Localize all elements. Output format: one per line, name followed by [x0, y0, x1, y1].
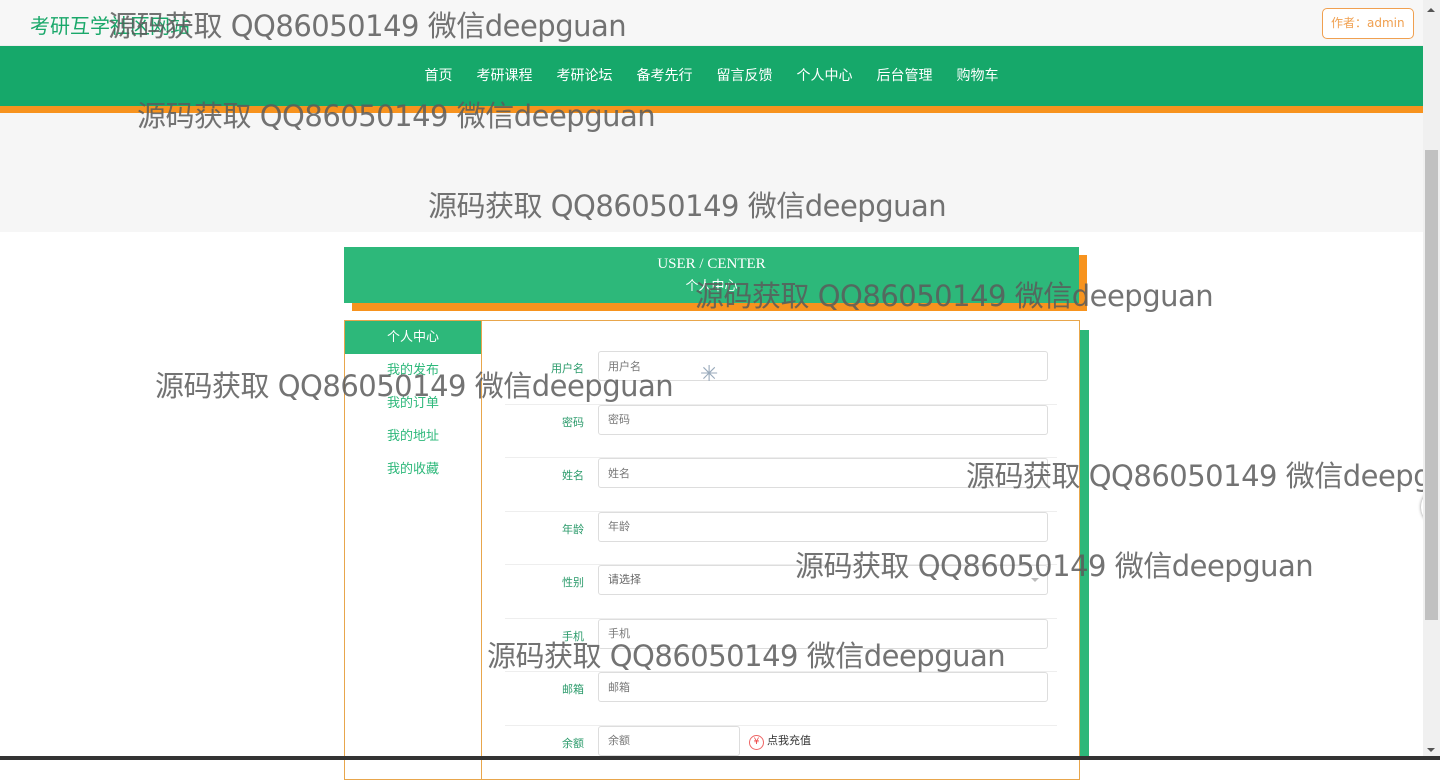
age-input[interactable] — [598, 511, 1048, 542]
top-bar: 考研互学社区网站 作者：admin — [0, 0, 1423, 46]
chevron-down-icon — [1031, 578, 1039, 586]
author-button[interactable]: 作者：admin — [1322, 8, 1414, 39]
recharge-label: 点我充值 — [767, 733, 811, 747]
nav-prep[interactable]: 备考先行 — [637, 65, 693, 85]
balance-input[interactable] — [598, 725, 740, 756]
user-center-header: USER / CENTER 个人中心 — [344, 247, 1079, 303]
gender-label: 性别 — [562, 576, 584, 589]
scroll-up-icon[interactable] — [1427, 4, 1435, 12]
recharge-link[interactable]: ¥ 点我充值 — [749, 732, 811, 750]
sidebar: 个人中心 我的发布 我的订单 我的地址 我的收藏 — [345, 321, 482, 779]
phone-label: 手机 — [562, 629, 584, 643]
nav-home[interactable]: 首页 — [425, 65, 453, 85]
nav-admin[interactable]: 后台管理 — [877, 65, 933, 85]
email-input[interactable] — [598, 672, 1048, 702]
sidebar-item-my-favorites[interactable]: 我的收藏 — [345, 453, 481, 486]
loading-spinner-icon: ✳ — [700, 362, 719, 387]
nav-user-center[interactable]: 个人中心 — [797, 65, 853, 85]
profile-form: 用户名 密码 姓名 年龄 性别 请选择 手机 邮箱 余额 ¥点我充值 — [505, 351, 1057, 779]
gender-select[interactable]: 请选择 — [598, 565, 1048, 595]
password-label: 密码 — [562, 415, 584, 429]
email-label: 邮箱 — [562, 683, 584, 696]
nav-forum[interactable]: 考研论坛 — [557, 65, 613, 85]
sidebar-item-user-center[interactable]: 个人中心 — [345, 321, 481, 354]
password-input[interactable] — [598, 404, 1048, 435]
name-label: 姓名 — [562, 469, 584, 482]
gender-select-value: 请选择 — [608, 573, 641, 586]
nav-cart[interactable]: 购物车 — [957, 65, 999, 85]
title-cn: 个人中心 — [685, 278, 738, 293]
scrollbar-thumb[interactable] — [1425, 150, 1438, 620]
sidebar-item-my-orders[interactable]: 我的订单 — [345, 387, 481, 420]
scrollbar[interactable] — [1423, 0, 1440, 760]
nav-courses[interactable]: 考研课程 — [477, 65, 533, 85]
taskbar-edge — [0, 756, 1440, 760]
title-en: USER / CENTER — [657, 256, 766, 272]
user-center-panel: 个人中心 我的发布 我的订单 我的地址 我的收藏 用户名 密码 姓名 年龄 性别… — [344, 320, 1080, 780]
name-input[interactable] — [598, 458, 1048, 488]
nav-feedback[interactable]: 留言反馈 — [717, 65, 773, 85]
username-input[interactable] — [598, 351, 1048, 381]
site-title[interactable]: 考研互学社区网站 — [30, 10, 190, 39]
username-label: 用户名 — [551, 362, 584, 375]
orange-stripe — [0, 106, 1423, 113]
yen-icon: ¥ — [749, 734, 764, 750]
balance-label: 余额 — [562, 736, 584, 750]
scroll-down-icon[interactable] — [1427, 748, 1435, 756]
sidebar-item-my-address[interactable]: 我的地址 — [345, 420, 481, 453]
phone-input[interactable] — [598, 618, 1048, 649]
sidebar-item-my-posts[interactable]: 我的发布 — [345, 354, 481, 387]
panel-shadow — [1079, 330, 1089, 760]
main-nav: 首页 考研课程 考研论坛 备考先行 留言反馈 个人中心 后台管理 购物车 — [0, 46, 1423, 106]
age-label: 年龄 — [562, 522, 584, 536]
banner-area — [0, 113, 1423, 232]
